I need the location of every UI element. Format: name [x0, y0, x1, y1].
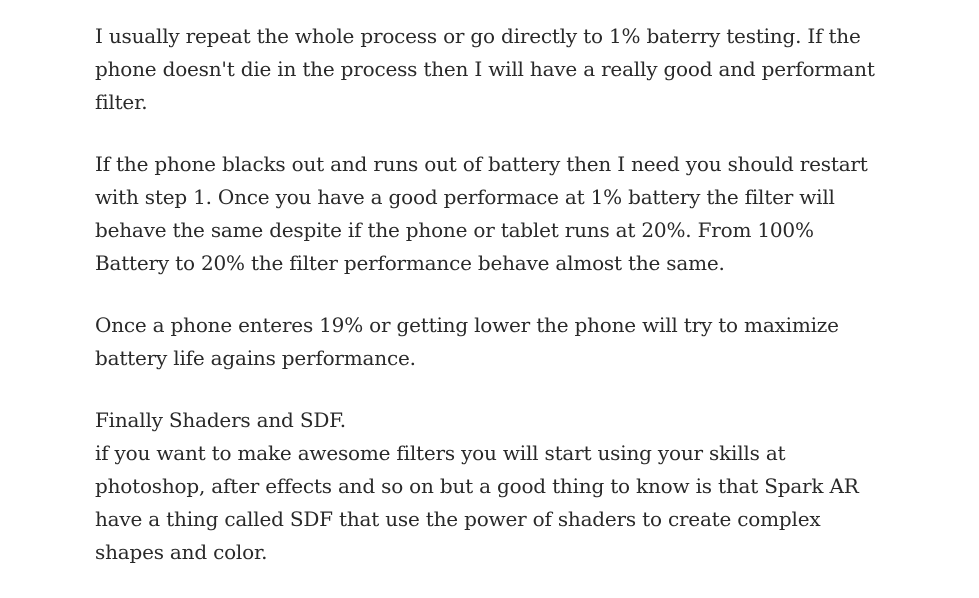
text-line: Once a phone enteres 19% or getting lowe…	[95, 313, 839, 337]
text-line: Battery to 20% the filter performance be…	[95, 251, 725, 275]
text-line: have a thing called SDF that use the pow…	[95, 507, 821, 531]
text-line: filter.	[95, 90, 148, 114]
paragraph-low-battery: Once a phone enteres 19% or getting lowe…	[95, 309, 839, 375]
paragraph-process-repeat: I usually repeat the whole process or go…	[95, 20, 875, 119]
text-line: If the phone blacks out and runs out of …	[95, 152, 868, 176]
text-line: photoshop, after effects and so on but a…	[95, 474, 859, 498]
article-body: I usually repeat the whole process or go…	[95, 20, 875, 598]
text-line: shapes and color.	[95, 540, 268, 564]
paragraph-battery-blackout: If the phone blacks out and runs out of …	[95, 148, 868, 280]
text-line: I usually repeat the whole process or go…	[95, 24, 861, 48]
paragraph-shaders-sdf: Finally Shaders and SDF. if you want to …	[95, 404, 859, 569]
text-line: Finally Shaders and SDF.	[95, 408, 346, 432]
text-line: if you want to make awesome filters you …	[95, 441, 786, 465]
text-line: behave the same despite if the phone or …	[95, 218, 814, 242]
text-line: with step 1. Once you have a good perfor…	[95, 185, 835, 209]
text-line: phone doesn't die in the process then I …	[95, 57, 875, 81]
text-line: battery life agains performance.	[95, 346, 416, 370]
